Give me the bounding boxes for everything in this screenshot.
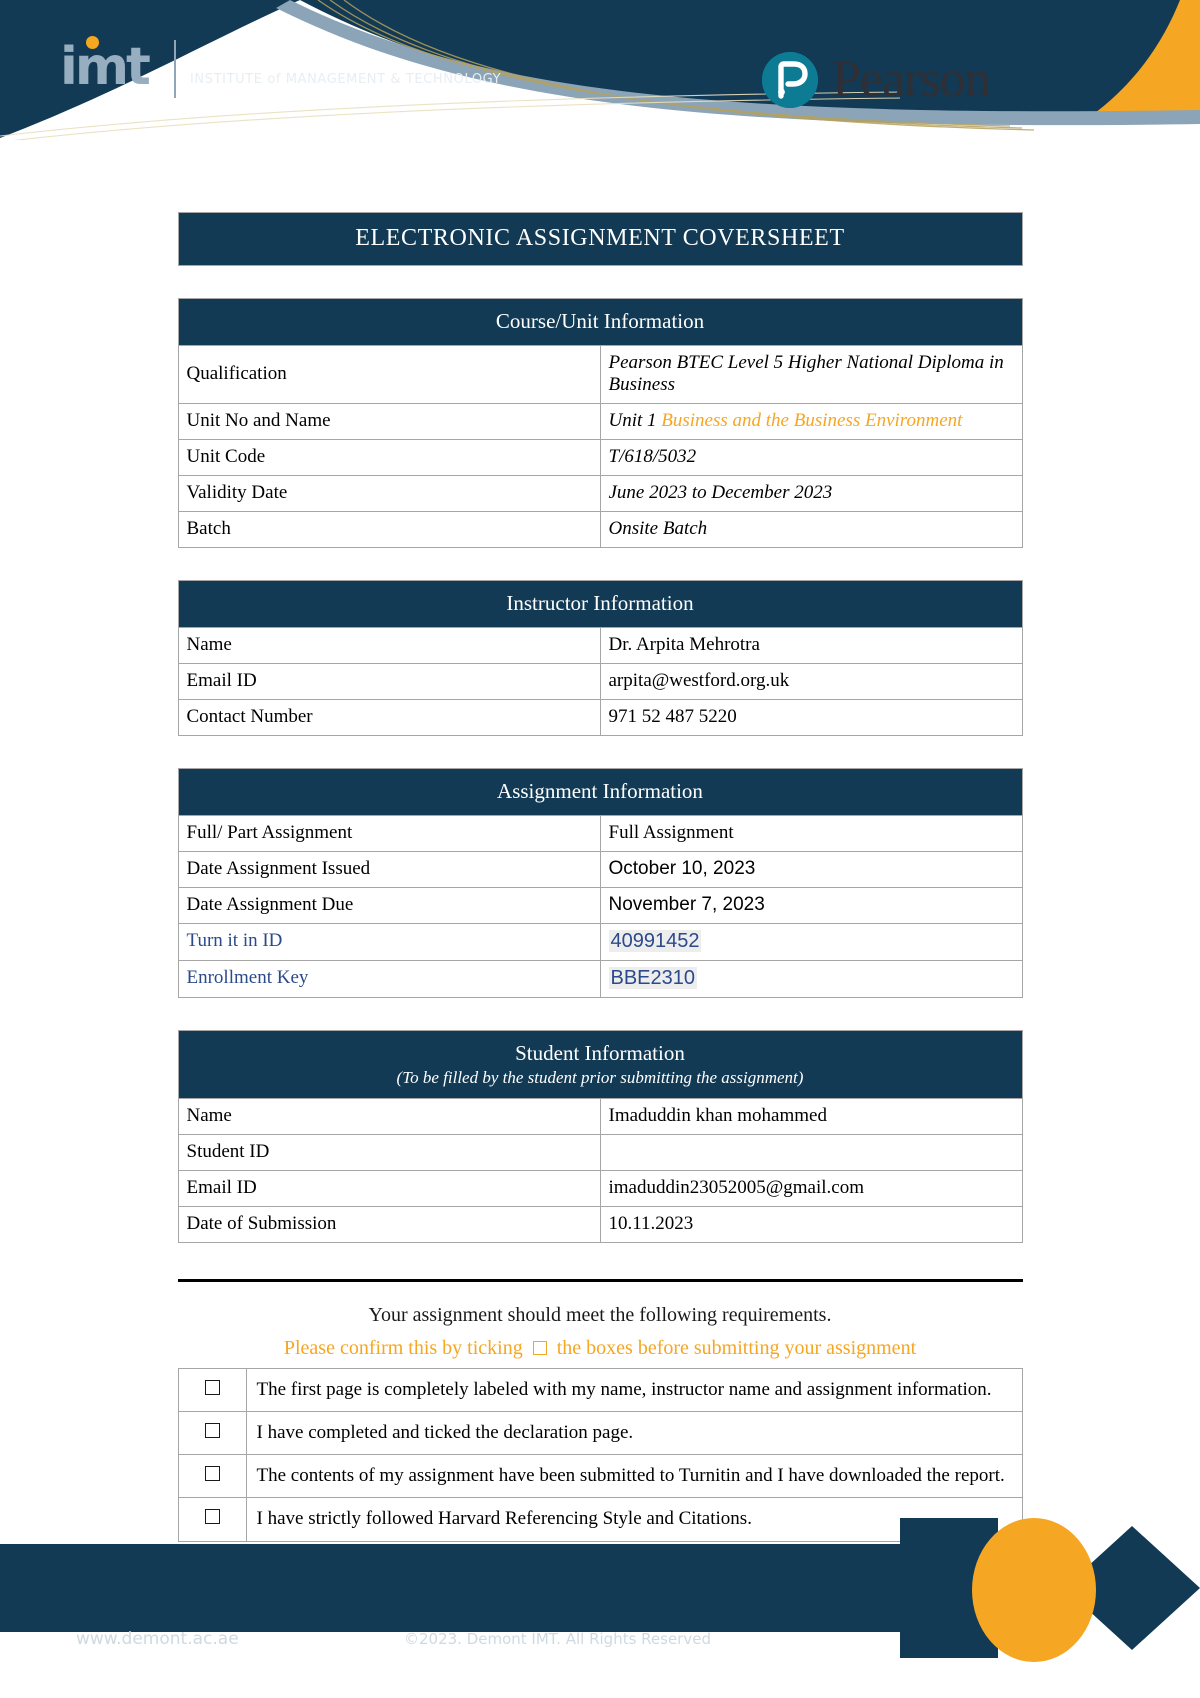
row-value-date-of-submission[interactable]: 10.11.2023 [599, 1206, 1023, 1244]
student-header: Student Information (To be filled by the… [177, 1029, 1023, 1100]
row-value-qualification: Pearson BTEC Level 5 Higher National Dip… [599, 344, 1023, 404]
confirm-text-before: Please confirm this by ticking [283, 1337, 523, 1360]
requirement-text-1: The first page is completely labeled wit… [245, 1368, 1023, 1413]
row-value-unit-no-and-name: Unit 1 Business and the Business Environ… [599, 402, 1023, 440]
row-value-date-issued: October 10, 2023 [599, 850, 1023, 888]
row-label-full-part-assignment: Full/ Part Assignment [177, 814, 601, 852]
student-header-subtitle: (To be filled by the student prior submi… [396, 1067, 804, 1087]
row-label-validity-date: Validity Date [177, 474, 601, 512]
row-label-instructor-contact: Contact Number [177, 698, 601, 736]
coversheet-content: ELECTRONIC ASSIGNMENT COVERSHEET Course/… [0, 140, 1200, 1542]
row-value-student-email[interactable]: imaduddin23052005@gmail.com [599, 1170, 1023, 1208]
pearson-wordmark: Pearson [832, 51, 991, 108]
row-label-student-email: Email ID [177, 1170, 601, 1208]
row-value-turnitin-id: 40991452 [599, 922, 1023, 961]
row-value-unit-code: T/618/5032 [599, 438, 1023, 476]
row-value-batch: Onsite Batch [599, 510, 1023, 548]
row-value-instructor-name: Dr. Arpita Mehrotra [599, 626, 1023, 664]
table-row: Email ID imaduddin23052005@gmail.com [177, 1170, 1023, 1208]
table-row: Batch Onsite Batch [177, 510, 1023, 548]
footer-website-url[interactable]: www.demont.ac.ae [76, 1629, 239, 1649]
requirements-confirm-line: Please confirm this by ticking the boxes… [178, 1337, 1023, 1360]
list-item: The first page is completely labeled wit… [177, 1368, 1023, 1413]
row-value-validity-date: June 2023 to December 2023 [599, 474, 1023, 512]
imt-mark-icon: imt [60, 36, 160, 100]
student-header-title: Student Information [515, 1040, 685, 1065]
row-value-full-part-assignment: Full Assignment [599, 814, 1023, 852]
turnitin-id-value: 40991452 [608, 929, 702, 952]
section-divider [177, 1279, 1023, 1283]
assignment-information-table: Assignment Information Full/ Part Assign… [177, 767, 1023, 998]
course-unit-header: Course/Unit Information [177, 298, 1023, 346]
unit-name: Business and the Business Environment [661, 409, 963, 431]
row-label-date-of-submission: Date of Submission [177, 1206, 601, 1244]
unit-number: Unit 1 [608, 409, 657, 431]
row-label-student-name: Name [177, 1098, 601, 1136]
imt-logo-wordmark: DEMONT INSTITUTE of MANAGEMENT & TECHNOL… [190, 48, 502, 88]
checkbox-cell-1[interactable] [177, 1368, 247, 1413]
imt-mark-letters: imt [60, 37, 151, 97]
row-label-unit-no-and-name: Unit No and Name [177, 402, 601, 440]
instructor-header: Instructor Information [177, 579, 1023, 628]
pearson-p-icon [762, 52, 818, 108]
course-unit-information-table: Course/Unit Information Qualification Pe… [177, 298, 1023, 548]
table-row: Name Dr. Arpita Mehrotra [177, 626, 1023, 664]
table-row: Turn it in ID 40991452 [177, 922, 1023, 961]
checkbox-icon[interactable] [204, 1380, 220, 1396]
table-row: Unit No and Name Unit 1 Business and the… [177, 402, 1023, 440]
imt-logo-name: DEMONT [190, 48, 296, 73]
enrollment-key-value: BBE2310 [608, 966, 698, 989]
row-value-enrollment-key: BBE2310 [599, 959, 1023, 998]
imt-dot-icon [86, 36, 99, 49]
table-row: Name Imaduddin khan mohammed [177, 1098, 1023, 1136]
table-row: Date of Submission 10.11.2023 [177, 1206, 1023, 1244]
imt-logo-divider [174, 40, 176, 98]
requirements-intro: Your assignment should meet the followin… [368, 1304, 832, 1327]
table-row: Date Assignment Due November 7, 2023 [177, 886, 1023, 924]
pearson-logo: Pearson [762, 51, 991, 108]
row-label-instructor-email: Email ID [177, 662, 601, 700]
page-title: ELECTRONIC ASSIGNMENT COVERSHEET [177, 212, 1023, 266]
checkbox-icon [532, 1341, 547, 1356]
row-label-date-issued: Date Assignment Issued [177, 850, 601, 888]
instructor-information-table: Instructor Information Name Dr. Arpita M… [177, 579, 1023, 736]
row-label-date-due: Date Assignment Due [177, 886, 601, 924]
table-row: Qualification Pearson BTEC Level 5 Highe… [177, 344, 1023, 404]
table-row: Contact Number 971 52 487 5220 [177, 698, 1023, 736]
row-value-student-id[interactable] [599, 1134, 1023, 1172]
table-row: Email ID arpita@westford.org.uk [177, 662, 1023, 700]
imt-logo-subtitle: INSTITUTE of MANAGEMENT & TECHNOLOGY [190, 72, 502, 88]
row-label-student-id: Student ID [177, 1134, 601, 1172]
footer-copyright: ©2023. Demont IMT. All Rights Reserved [404, 1630, 711, 1648]
row-label-enrollment-key: Enrollment Key [177, 959, 601, 998]
row-value-instructor-contact: 971 52 487 5220 [599, 698, 1023, 736]
page-header-banner: imt DEMONT INSTITUTE of MANAGEMENT & TEC… [0, 0, 1200, 140]
checkbox-cell-2[interactable] [177, 1411, 247, 1456]
table-row: Student ID [177, 1134, 1023, 1172]
assignment-header: Assignment Information [177, 767, 1023, 816]
table-row: Unit Code T/618/5032 [177, 438, 1023, 476]
list-item: I have completed and ticked the declarat… [177, 1411, 1023, 1456]
table-row: Enrollment Key BBE2310 [177, 959, 1023, 998]
row-label-instructor-name: Name [177, 626, 601, 664]
table-row: Validity Date June 2023 to December 2023 [177, 474, 1023, 512]
table-row: Date Assignment Issued October 10, 2023 [177, 850, 1023, 888]
page-footer-banner: www.demont.ac.ae ©2023. Demont IMT. All … [0, 1478, 1200, 1698]
requirement-text-2: I have completed and ticked the declarat… [245, 1411, 1023, 1456]
confirm-text-after: the boxes before submitting your assignm… [556, 1337, 917, 1360]
footer-decorative-shapes [0, 1518, 1200, 1662]
checkbox-icon[interactable] [204, 1423, 220, 1439]
row-value-instructor-email: arpita@westford.org.uk [599, 662, 1023, 700]
imt-logo: imt DEMONT INSTITUTE of MANAGEMENT & TEC… [60, 36, 502, 100]
row-label-turnitin-id: Turn it in ID [177, 922, 601, 961]
row-value-student-name[interactable]: Imaduddin khan mohammed [599, 1098, 1023, 1136]
table-row: Full/ Part Assignment Full Assignment [177, 814, 1023, 852]
row-value-date-due: November 7, 2023 [599, 886, 1023, 924]
row-label-unit-code: Unit Code [177, 438, 601, 476]
student-information-table: Student Information (To be filled by the… [177, 1029, 1023, 1244]
row-label-qualification: Qualification [177, 344, 601, 404]
row-label-batch: Batch [177, 510, 601, 548]
